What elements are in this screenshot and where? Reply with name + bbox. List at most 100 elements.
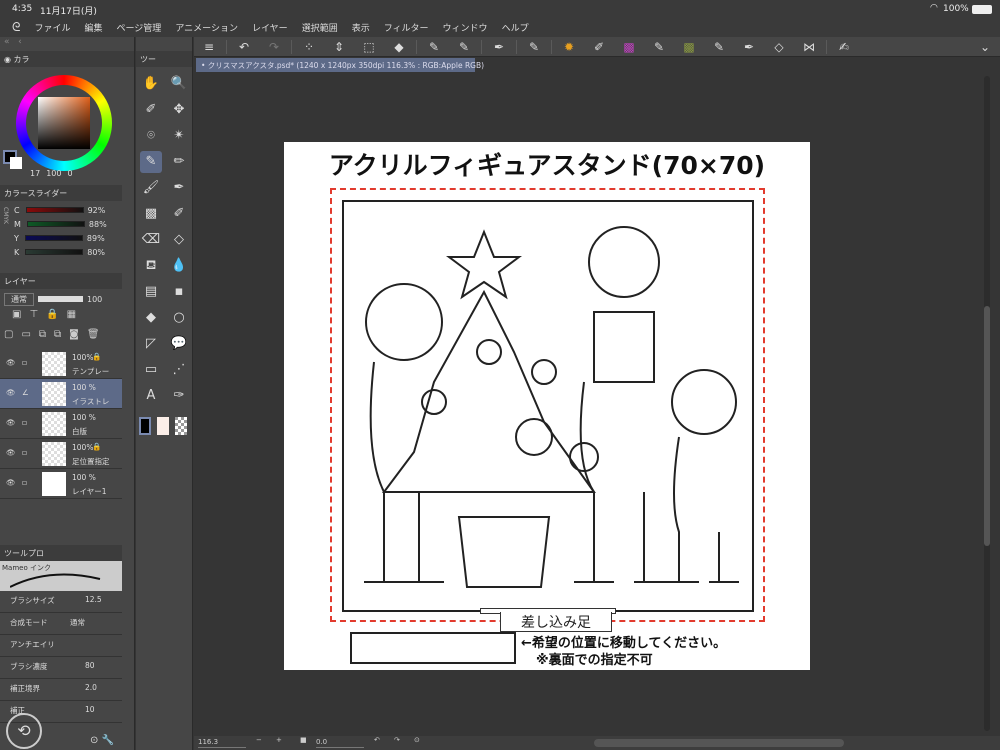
blend-mode-select[interactable]: 通常 [4, 292, 34, 306]
menu-layer[interactable]: レイヤー [252, 21, 288, 34]
tool-property-tab[interactable]: ツールプロ [4, 548, 44, 559]
tool-property-row[interactable]: 合成モード 通常 [0, 613, 122, 635]
layer-row[interactable]: 👁 ▫ 100 % レイヤー1 [0, 469, 122, 499]
lasso-tool-icon[interactable]: ⌾ [140, 125, 162, 147]
eye-icon[interactable]: 👁 [6, 358, 16, 367]
zoom-in-button[interactable]: + [276, 736, 282, 744]
reset-rotation-button[interactable]: ⊙ [414, 736, 420, 744]
eraser2-tool-icon[interactable]: ◇ [168, 229, 190, 251]
color-slider-row[interactable]: K 80% [10, 245, 122, 259]
fit-button[interactable]: ■ [300, 736, 307, 744]
property-value[interactable]: 2.0 [85, 683, 97, 692]
transparent-color-chip[interactable] [175, 417, 187, 435]
menu-view[interactable]: 表示 [352, 21, 370, 34]
menu-help[interactable]: ヘルプ [502, 21, 529, 34]
layer-row[interactable]: 👁 ∠ 100 % イラストレ [0, 379, 122, 409]
canvas-page[interactable]: アクリルフィギュアスタンド(70×70) 差し込み足 ←希望の位置に移動してくだ… [284, 142, 810, 670]
pen-icon[interactable]: ✎ [419, 40, 449, 54]
tool-property-row[interactable]: アンチエイリ [0, 635, 122, 657]
zoom-value[interactable]: 116.3 [198, 738, 246, 748]
checkbox[interactable]: ▫ [22, 448, 27, 457]
layer-row[interactable]: 👁 ▫ 100% 🔒 足位置指定 [0, 439, 122, 469]
eye-icon[interactable]: 👁 [6, 388, 16, 397]
layer-row[interactable]: 👁 ▫ 100% 🔒 テンプレー [0, 349, 122, 379]
slider-track[interactable] [25, 249, 84, 255]
property-value[interactable]: 通常 [70, 617, 85, 628]
color-wheel-tab[interactable]: ◉ カラ [4, 54, 30, 65]
checkbox[interactable]: ▫ [22, 418, 27, 427]
menu-window[interactable]: ウィンドウ [443, 21, 488, 34]
ink-drop-tool-icon[interactable]: 💧 [168, 255, 190, 277]
ellipse-tool-icon[interactable]: ○ [168, 307, 190, 329]
brush-preset-5-icon[interactable]: ▩ [674, 40, 704, 54]
airbrush-tool-icon[interactable]: ✒ [168, 177, 190, 199]
color-slider-row[interactable]: C 92% [10, 203, 122, 217]
move-tool-icon[interactable]: ✥ [168, 99, 190, 121]
auto-select-tool-icon[interactable]: ✴ [168, 125, 190, 147]
text-tool-icon[interactable]: A [140, 385, 162, 407]
hand-tool-icon[interactable]: ✋ [140, 73, 162, 95]
eye-icon[interactable]: 👁 [6, 478, 16, 487]
eraser-tool-icon[interactable]: ⌫ [140, 229, 162, 251]
menu-edit[interactable]: 編集 [84, 21, 102, 34]
rotation-value[interactable]: 0.0 [316, 738, 364, 748]
color-slider-title[interactable]: カラースライダー [4, 188, 67, 199]
main-color-chip[interactable] [139, 417, 151, 435]
menu-file[interactable]: ファイル [34, 21, 70, 34]
color-mode-label[interactable]: CMYK [2, 207, 9, 224]
operation-tool-icon[interactable]: ✐ [140, 99, 162, 121]
fill-icon[interactable]: ◆ [384, 40, 414, 54]
layer-action-buttons[interactable]: ▢▭⧉⧉◙🗑 [0, 329, 122, 349]
edit-icon[interactable]: ✍ [829, 40, 859, 54]
zoom-out-button[interactable]: − [256, 736, 262, 744]
opacity-slider[interactable] [38, 296, 83, 302]
sub-color-chip[interactable] [157, 417, 169, 435]
flip-icon[interactable]: ⋈ [794, 40, 824, 54]
pen-icon[interactable]: ∠ [22, 388, 29, 397]
zoom-tool-icon[interactable]: 🔍 [168, 73, 190, 95]
tool-property-row[interactable]: ブラシ濃度 80 [0, 657, 122, 679]
gradient-tool-icon[interactable]: ▤ [140, 281, 162, 303]
settings-wrench-icon[interactable]: ⊙ 🔧 [90, 735, 114, 746]
decoration-tool-icon[interactable]: ▩ [140, 203, 162, 225]
hue-wheel[interactable] [16, 75, 112, 171]
pen-2-icon[interactable]: ✎ [449, 40, 479, 54]
property-value[interactable]: 12.5 [85, 595, 102, 604]
eraser-icon[interactable]: ◇ [764, 40, 794, 54]
redo-icon[interactable]: ↷ [259, 40, 289, 54]
balloon-tool-icon[interactable]: 💬 [168, 333, 190, 355]
tool-property-row[interactable]: ブラシサイズ 12.5 [0, 591, 122, 613]
app-logo-icon[interactable]: ᘓ [12, 20, 20, 35]
rotate-right-button[interactable]: ↷ [394, 736, 400, 744]
tool-property-row[interactable]: 補正境界 2.0 [0, 679, 122, 701]
property-value[interactable]: 10 [85, 705, 95, 714]
layer-tab[interactable]: レイヤー [4, 276, 36, 287]
sub-color-swatch[interactable] [10, 157, 22, 169]
slider-track[interactable] [25, 207, 84, 213]
deselect-icon[interactable]: ⁘ [294, 40, 324, 54]
menu-page[interactable]: ページ管理 [116, 21, 161, 34]
menu-filter[interactable]: フィルター [384, 21, 429, 34]
brush-preset-3-icon[interactable]: ▩ [614, 40, 644, 54]
menu-animation[interactable]: アニメーション [175, 21, 238, 34]
layer-row[interactable]: 👁 ▫ 100 % 白版 [0, 409, 122, 439]
transform-icon[interactable]: ⬚ [354, 40, 384, 54]
pen-3-icon[interactable]: ✒ [484, 40, 514, 54]
document-tab[interactable]: • クリスマスアクスタ.psd* (1240 x 1240px 350dpi 1… [196, 58, 484, 72]
brush-preview[interactable]: Mameo インク [0, 561, 122, 591]
horizontal-scrollbar[interactable] [594, 739, 844, 747]
grid-tool-icon[interactable]: ⋰ [168, 359, 190, 381]
slider-track[interactable] [24, 235, 83, 241]
vertical-scrollbar[interactable] [984, 76, 990, 731]
custom-tool-icon[interactable]: ▪ [168, 281, 190, 303]
checkbox[interactable]: ▫ [22, 358, 27, 367]
eye-icon[interactable]: 👁 [6, 448, 16, 457]
fill-bucket-tool-icon[interactable]: ⛾ [140, 255, 162, 277]
eye-icon[interactable]: 👁 [6, 418, 16, 427]
eyedropper-tool-icon[interactable]: ✑ [168, 385, 190, 407]
frame-tool-icon[interactable]: ◸ [140, 333, 162, 355]
brush-tool-icon[interactable]: 🖌 [140, 177, 162, 199]
property-value[interactable]: 80 [85, 661, 95, 670]
color-slider-row[interactable]: Y 89% [10, 231, 122, 245]
invert-selection-icon[interactable]: ⇕ [324, 40, 354, 54]
